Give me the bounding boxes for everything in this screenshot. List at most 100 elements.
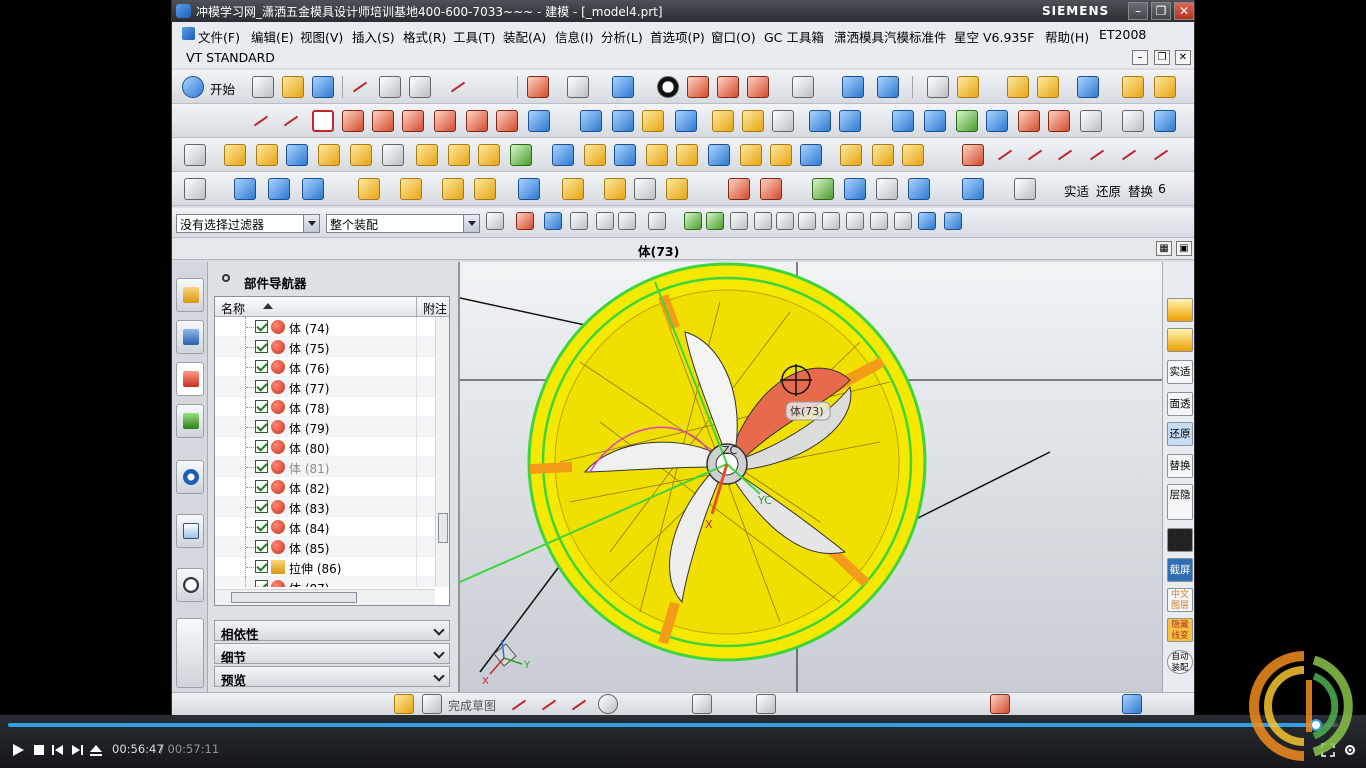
revolve-icon[interactable]	[256, 144, 278, 166]
extract-icon[interactable]	[612, 110, 634, 132]
visibility-checkbox[interactable]	[255, 400, 268, 413]
draft-face-icon[interactable]	[478, 144, 500, 166]
clearance-icon[interactable]	[634, 178, 656, 200]
start-button[interactable]: 开始	[210, 79, 235, 98]
cylinder-icon[interactable]	[234, 178, 256, 200]
check-icon[interactable]	[812, 178, 834, 200]
paste-icon[interactable]	[409, 76, 431, 98]
menu-file[interactable]: 文件(F)	[180, 27, 240, 46]
visibility-checkbox[interactable]	[255, 360, 268, 373]
sketch-point-icon[interactable]	[756, 694, 776, 714]
explode-icon[interactable]	[562, 178, 584, 200]
trim-body-icon[interactable]	[740, 144, 762, 166]
measure-icon[interactable]	[1007, 76, 1029, 98]
tree-row[interactable]: 体 (81)	[215, 457, 435, 477]
menu-gc-toolbox[interactable]: GC 工具箱	[764, 27, 824, 46]
replace-button[interactable]: 替换	[1167, 454, 1193, 478]
menu-et2008[interactable]: ET2008	[1099, 27, 1146, 42]
doc-minimize-button[interactable]: –	[1132, 50, 1148, 65]
polyline-icon[interactable]	[342, 110, 364, 132]
menu-mold-standard[interactable]: 潇洒模具汽模标准件	[834, 27, 947, 46]
ruler-icon[interactable]	[1122, 76, 1144, 98]
hd3d-tab[interactable]	[176, 460, 204, 494]
history-tab[interactable]	[176, 568, 204, 602]
fillet-curve-icon[interactable]	[994, 144, 1016, 166]
render-style-icon[interactable]	[567, 76, 589, 98]
profile-icon[interactable]	[508, 694, 528, 714]
seek-bar[interactable]	[8, 719, 1338, 731]
resource-scroll[interactable]	[176, 618, 204, 688]
mesh-icon[interactable]	[956, 110, 978, 132]
scroll-thumb[interactable]	[231, 592, 357, 603]
table-icon[interactable]	[876, 178, 898, 200]
menu-tools[interactable]: 工具(T)	[453, 27, 495, 46]
tree-row[interactable]: 体 (79)	[215, 417, 435, 437]
wrap-icon[interactable]	[642, 110, 664, 132]
tree-row[interactable]: 拉伸 (86)	[215, 557, 435, 577]
swept-icon[interactable]	[986, 110, 1008, 132]
close-button[interactable]: ✕	[1174, 2, 1194, 20]
copy-icon[interactable]	[379, 76, 401, 98]
visibility-checkbox[interactable]	[255, 480, 268, 493]
menu-assembly[interactable]: 装配(A)	[503, 27, 546, 46]
snap-quadrant-icon[interactable]	[846, 212, 864, 230]
extrude-icon[interactable]	[224, 144, 246, 166]
tree-row[interactable]: 体 (76)	[215, 357, 435, 377]
chamfer-icon[interactable]	[676, 144, 698, 166]
snap-control-icon[interactable]	[894, 212, 912, 230]
split-body-icon[interactable]	[708, 144, 730, 166]
undo-icon[interactable]	[447, 76, 469, 98]
extend-icon[interactable]	[1080, 110, 1102, 132]
snap-point-icon[interactable]	[516, 212, 534, 230]
restore-button[interactable]: 还原	[1167, 422, 1193, 446]
photo-thumbnail-icon[interactable]	[1167, 528, 1193, 552]
rect-select-icon[interactable]	[570, 212, 588, 230]
next-icon[interactable]	[69, 742, 85, 758]
trim-sheet-icon[interactable]	[1122, 110, 1144, 132]
face-transparent-button[interactable]: 面透	[1167, 392, 1193, 416]
minimize-button[interactable]: –	[1128, 2, 1148, 20]
curve-chain-icon[interactable]	[528, 110, 550, 132]
viewport-max-button[interactable]: ▣	[1176, 241, 1192, 256]
hidden-line-dashed-button[interactable]: 隐藏线变虚线	[1167, 618, 1193, 642]
tree-row[interactable]: 体 (82)	[215, 477, 435, 497]
section-preview[interactable]: 预览	[214, 666, 450, 688]
sketch-dim-icon[interactable]	[1122, 694, 1142, 714]
block-icon[interactable]	[286, 144, 308, 166]
grid-icon[interactable]	[422, 694, 442, 714]
sketch-line-icon[interactable]	[538, 694, 558, 714]
toolbar-fit-label[interactable]: 实适	[1064, 181, 1089, 200]
mate-icon[interactable]	[442, 178, 464, 200]
menu-preferences[interactable]: 首选项(P)	[650, 27, 705, 46]
tree-row[interactable]: 体 (75)	[215, 337, 435, 357]
helix-icon[interactable]	[1150, 144, 1172, 166]
snap-tangent-icon[interactable]	[754, 212, 772, 230]
fit-view-icon[interactable]	[527, 76, 549, 98]
tree-row[interactable]: 体 (77)	[215, 377, 435, 397]
through-curves-icon[interactable]	[924, 110, 946, 132]
shell-icon[interactable]	[350, 144, 372, 166]
snap-perp-icon[interactable]	[776, 212, 794, 230]
snap-existing-icon[interactable]	[870, 212, 888, 230]
cut-icon[interactable]	[349, 76, 371, 98]
offset-region-icon[interactable]	[800, 144, 822, 166]
menu-view[interactable]: 视图(V)	[300, 27, 343, 46]
surface-icon[interactable]	[892, 110, 914, 132]
toolbar-replace-label[interactable]: 替换	[1128, 181, 1153, 200]
tree-row[interactable]: 体 (78)	[215, 397, 435, 417]
nx-app-icon[interactable]	[176, 4, 191, 18]
toolbar-restore-label[interactable]: 还原	[1096, 181, 1121, 200]
previous-icon[interactable]	[50, 742, 66, 758]
mold-layer-icon[interactable]	[1014, 178, 1036, 200]
axis-tool-icon[interactable]	[908, 178, 930, 200]
pattern-icon[interactable]	[416, 144, 438, 166]
tree-vertical-scrollbar[interactable]	[435, 317, 449, 587]
menu-xingkong[interactable]: 星空 V6.935F	[954, 27, 1035, 46]
gold-tool-2-icon[interactable]	[1167, 328, 1193, 352]
chevron-down-icon[interactable]	[303, 215, 319, 232]
rectangle-icon[interactable]	[312, 110, 334, 132]
auto-assembly-button[interactable]: 自动装配	[1167, 650, 1193, 674]
layer-hide-button[interactable]: 层隐	[1167, 484, 1193, 520]
delete-face-icon[interactable]	[772, 110, 794, 132]
replace-face-icon[interactable]	[742, 110, 764, 132]
